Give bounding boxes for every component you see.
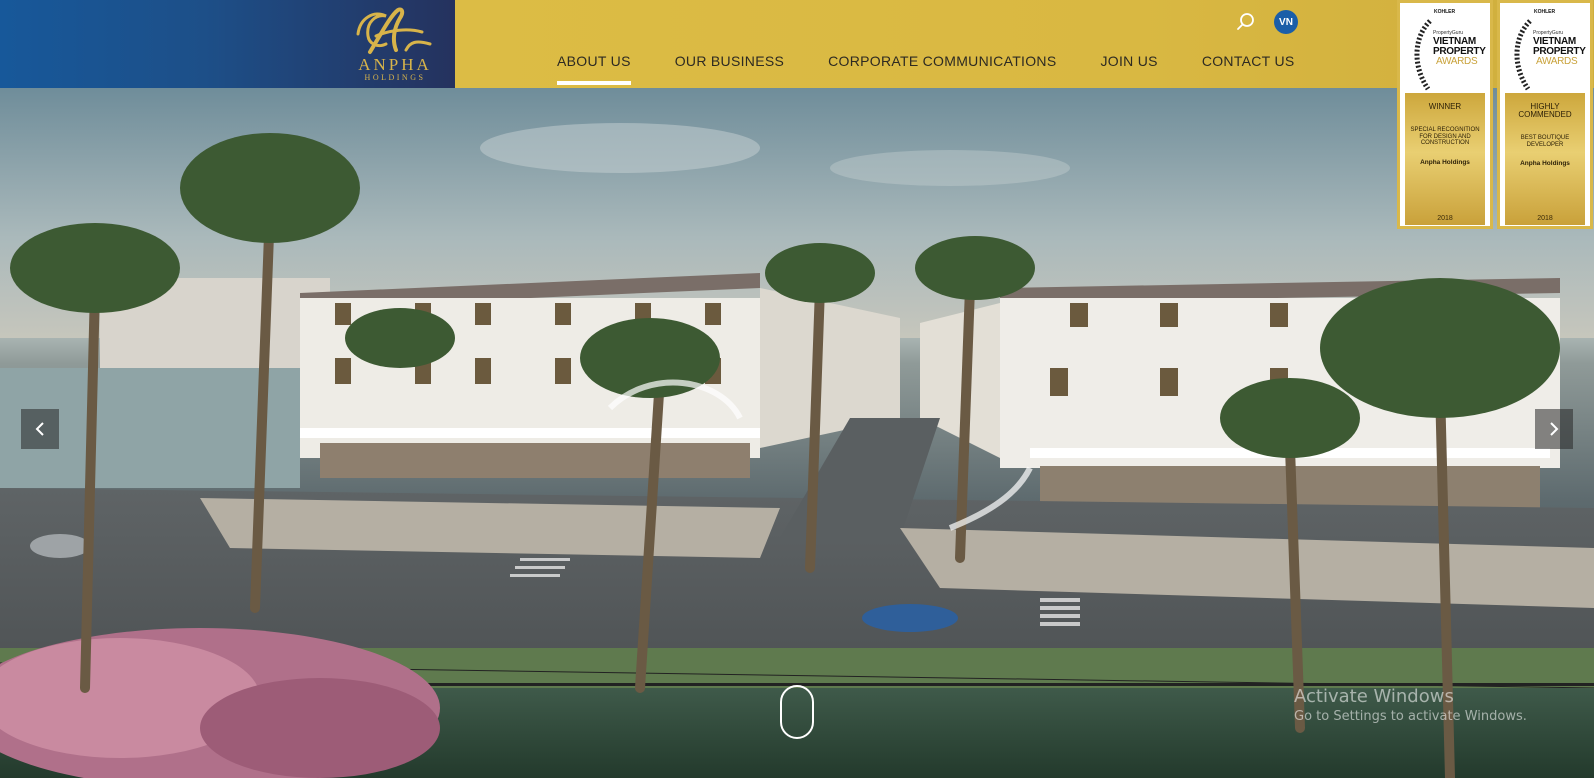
nav-item-corporate-communications[interactable]: CORPORATE COMMUNICATIONS — [828, 53, 1056, 69]
brand-logo[interactable]: ANPHA HOLDINGS — [345, 6, 445, 82]
slider-prev-button[interactable] — [21, 409, 59, 449]
award-program: VIETNAM PROPERTY — [1533, 36, 1586, 57]
award-rank: WINNER — [1428, 102, 1462, 111]
watermark-title: Activate Windows — [1294, 686, 1454, 707]
award-year: 2018 — [1537, 215, 1553, 222]
award-header: KOHLER PropertyGuru VIETNAM PROPERTY AWA… — [1400, 3, 1490, 93]
award-sponsor: KOHLER — [1534, 9, 1556, 15]
award-program-sub: AWARDS — [1536, 56, 1578, 67]
search-icon — [1237, 13, 1254, 30]
mouse-scroll-icon[interactable] — [780, 685, 814, 739]
award-plaque: HIGHLY COMMENDED BEST BOUTIQUE DEVELOPER… — [1505, 93, 1585, 225]
search-button[interactable] — [1236, 12, 1256, 32]
award-header: KOHLER PropertyGuru VIETNAM PROPERTY AWA… — [1500, 3, 1590, 93]
award-recipient: Anpha Holdings — [1520, 160, 1570, 167]
chevron-right-icon — [1550, 422, 1559, 436]
brand-name: ANPHA — [358, 55, 432, 74]
nav-item-our-business[interactable]: OUR BUSINESS — [675, 53, 784, 69]
award-category: SPECIAL RECOGNITION FOR DESIGN AND CONST… — [1410, 127, 1480, 146]
site-header: ANPHA HOLDINGS ABOUT US OUR BUSINESS COR… — [0, 0, 1594, 88]
os-activation-watermark: Activate Windows Go to Settings to activ… — [1294, 686, 1527, 725]
award-year: 2018 — [1437, 215, 1453, 222]
award-recipient: Anpha Holdings — [1420, 158, 1470, 166]
award-category: BEST BOUTIQUE DEVELOPER — [1520, 135, 1570, 148]
award-rank: HIGHLY COMMENDED — [1518, 102, 1572, 119]
nav-item-contact-us[interactable]: CONTACT US — [1202, 53, 1295, 69]
slider-next-button[interactable] — [1535, 409, 1573, 449]
anpha-logo-mark-icon — [356, 7, 432, 54]
chevron-left-icon — [35, 422, 44, 436]
logo-area: ANPHA HOLDINGS — [0, 0, 455, 88]
nav-item-join-us[interactable]: JOIN US — [1100, 53, 1157, 69]
hero-render-image — [0, 88, 1594, 778]
nav-item-about-us[interactable]: ABOUT US — [557, 53, 631, 85]
award-badge-winner[interactable]: KOHLER PropertyGuru VIETNAM PROPERTY AWA… — [1397, 0, 1493, 229]
award-program-sub: AWARDS — [1436, 56, 1478, 67]
watermark-subtitle: Go to Settings to activate Windows. — [1294, 709, 1527, 724]
award-plaque: WINNER SPECIAL RECOGNITION FOR DESIGN AN… — [1405, 93, 1485, 225]
award-badge-highly-commended[interactable]: KOHLER PropertyGuru VIETNAM PROPERTY AWA… — [1497, 0, 1593, 229]
language-switch-button[interactable]: VN — [1274, 10, 1298, 34]
brand-subtitle: HOLDINGS — [364, 73, 426, 82]
hero-slider[interactable]: Activate Windows Go to Settings to activ… — [0, 88, 1594, 778]
award-program: VIETNAM PROPERTY — [1433, 36, 1486, 57]
main-nav: ABOUT US OUR BUSINESS CORPORATE COMMUNIC… — [557, 53, 1339, 85]
award-sponsor: KOHLER — [1434, 9, 1456, 15]
award-dots-icon — [1414, 19, 1432, 91]
award-dots-icon — [1514, 19, 1532, 91]
